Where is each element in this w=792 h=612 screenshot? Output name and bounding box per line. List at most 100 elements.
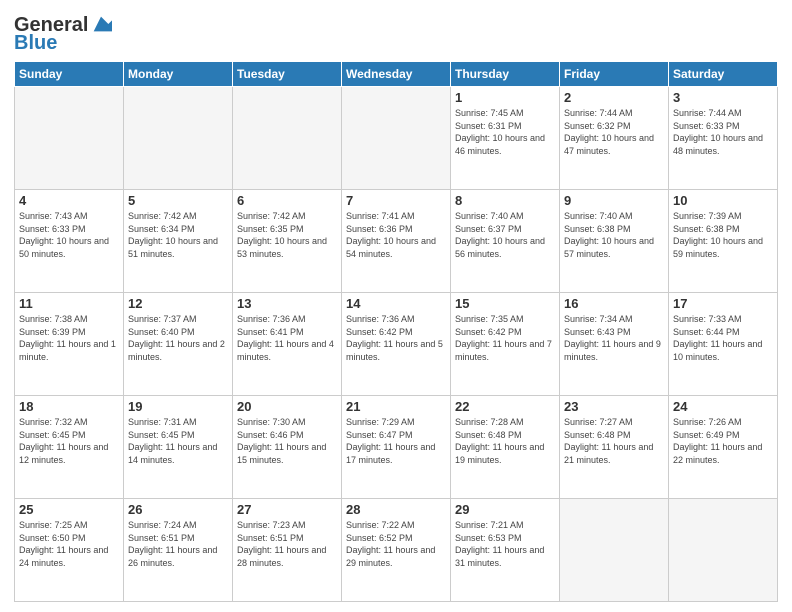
calendar-cell: 6 Sunrise: 7:42 AM Sunset: 6:35 PM Daylig… <box>233 190 342 293</box>
calendar-cell: 5 Sunrise: 7:42 AM Sunset: 6:34 PM Daylig… <box>124 190 233 293</box>
day-of-week-header: Wednesday <box>342 62 451 87</box>
calendar-cell: 25 Sunrise: 7:25 AM Sunset: 6:50 PM Dayli… <box>15 499 124 602</box>
day-number: 21 <box>346 399 446 414</box>
day-number: 2 <box>564 90 664 105</box>
day-info: Sunrise: 7:38 AM Sunset: 6:39 PM Dayligh… <box>19 313 119 363</box>
day-info: Sunrise: 7:39 AM Sunset: 6:38 PM Dayligh… <box>673 210 773 260</box>
calendar-cell: 8 Sunrise: 7:40 AM Sunset: 6:37 PM Daylig… <box>451 190 560 293</box>
calendar-header-row: SundayMondayTuesdayWednesdayThursdayFrid… <box>15 62 778 87</box>
calendar-cell <box>15 87 124 190</box>
day-info: Sunrise: 7:31 AM Sunset: 6:45 PM Dayligh… <box>128 416 228 466</box>
calendar-week-row: 4 Sunrise: 7:43 AM Sunset: 6:33 PM Daylig… <box>15 190 778 293</box>
day-info: Sunrise: 7:25 AM Sunset: 6:50 PM Dayligh… <box>19 519 119 569</box>
calendar-cell: 9 Sunrise: 7:40 AM Sunset: 6:38 PM Daylig… <box>560 190 669 293</box>
day-number: 18 <box>19 399 119 414</box>
day-number: 26 <box>128 502 228 517</box>
calendar-week-row: 11 Sunrise: 7:38 AM Sunset: 6:39 PM Dayli… <box>15 293 778 396</box>
day-number: 25 <box>19 502 119 517</box>
day-info: Sunrise: 7:28 AM Sunset: 6:48 PM Dayligh… <box>455 416 555 466</box>
day-info: Sunrise: 7:26 AM Sunset: 6:49 PM Dayligh… <box>673 416 773 466</box>
day-of-week-header: Thursday <box>451 62 560 87</box>
calendar-cell: 20 Sunrise: 7:30 AM Sunset: 6:46 PM Dayli… <box>233 396 342 499</box>
calendar-cell <box>124 87 233 190</box>
calendar-cell: 16Sunrise: 7:34 AM Sunset: 6:43 PM Dayli… <box>560 293 669 396</box>
logo-icon <box>90 13 112 35</box>
calendar-week-row: 1 Sunrise: 7:45 AM Sunset: 6:31 PM Daylig… <box>15 87 778 190</box>
day-number: 6 <box>237 193 337 208</box>
day-number: 19 <box>128 399 228 414</box>
calendar-cell: 18 Sunrise: 7:32 AM Sunset: 6:45 PM Dayli… <box>15 396 124 499</box>
day-info: Sunrise: 7:40 AM Sunset: 6:38 PM Dayligh… <box>564 210 664 260</box>
day-number: 29 <box>455 502 555 517</box>
day-of-week-header: Friday <box>560 62 669 87</box>
day-info: Sunrise: 7:44 AM Sunset: 6:33 PM Dayligh… <box>673 107 773 157</box>
day-info: Sunrise: 7:22 AM Sunset: 6:52 PM Dayligh… <box>346 519 446 569</box>
calendar-cell <box>560 499 669 602</box>
day-info: Sunrise: 7:44 AM Sunset: 6:32 PM Dayligh… <box>564 107 664 157</box>
day-number: 1 <box>455 90 555 105</box>
day-info: Sunrise: 7:23 AM Sunset: 6:51 PM Dayligh… <box>237 519 337 569</box>
day-info: Sunrise: 7:42 AM Sunset: 6:34 PM Dayligh… <box>128 210 228 260</box>
page: General Blue SundayMondayTuesdayWednesda… <box>0 0 792 612</box>
calendar-cell: 24 Sunrise: 7:26 AM Sunset: 6:49 PM Dayli… <box>669 396 778 499</box>
calendar-cell: 4 Sunrise: 7:43 AM Sunset: 6:33 PM Daylig… <box>15 190 124 293</box>
day-info: Sunrise: 7:43 AM Sunset: 6:33 PM Dayligh… <box>19 210 119 260</box>
calendar-cell: 13 Sunrise: 7:36 AM Sunset: 6:41 PM Dayli… <box>233 293 342 396</box>
calendar-cell: 21 Sunrise: 7:29 AM Sunset: 6:47 PM Dayli… <box>342 396 451 499</box>
calendar-cell: 14Sunrise: 7:36 AM Sunset: 6:42 PM Dayli… <box>342 293 451 396</box>
day-number: 17 <box>673 296 773 311</box>
calendar-cell: 26 Sunrise: 7:24 AM Sunset: 6:51 PM Dayli… <box>124 499 233 602</box>
day-of-week-header: Sunday <box>15 62 124 87</box>
day-info: Sunrise: 7:33 AM Sunset: 6:44 PM Dayligh… <box>673 313 773 363</box>
day-info: Sunrise: 7:24 AM Sunset: 6:51 PM Dayligh… <box>128 519 228 569</box>
day-info: Sunrise: 7:29 AM Sunset: 6:47 PM Dayligh… <box>346 416 446 466</box>
day-info: Sunrise: 7:45 AM Sunset: 6:31 PM Dayligh… <box>455 107 555 157</box>
day-info: Sunrise: 7:37 AM Sunset: 6:40 PM Dayligh… <box>128 313 228 363</box>
calendar-cell: 7 Sunrise: 7:41 AM Sunset: 6:36 PM Daylig… <box>342 190 451 293</box>
day-number: 3 <box>673 90 773 105</box>
day-info: Sunrise: 7:42 AM Sunset: 6:35 PM Dayligh… <box>237 210 337 260</box>
day-of-week-header: Tuesday <box>233 62 342 87</box>
day-info: Sunrise: 7:36 AM Sunset: 6:41 PM Dayligh… <box>237 313 337 363</box>
day-info: Sunrise: 7:27 AM Sunset: 6:48 PM Dayligh… <box>564 416 664 466</box>
calendar-cell <box>342 87 451 190</box>
day-number: 8 <box>455 193 555 208</box>
calendar-week-row: 18 Sunrise: 7:32 AM Sunset: 6:45 PM Dayli… <box>15 396 778 499</box>
calendar-cell: 27 Sunrise: 7:23 AM Sunset: 6:51 PM Dayli… <box>233 499 342 602</box>
calendar-cell <box>669 499 778 602</box>
day-number: 27 <box>237 502 337 517</box>
calendar-cell: 15 Sunrise: 7:35 AM Sunset: 6:42 PM Dayli… <box>451 293 560 396</box>
day-number: 15 <box>455 296 555 311</box>
calendar-cell: 11 Sunrise: 7:38 AM Sunset: 6:39 PM Dayli… <box>15 293 124 396</box>
day-number: 9 <box>564 193 664 208</box>
day-info: Sunrise: 7:40 AM Sunset: 6:37 PM Dayligh… <box>455 210 555 260</box>
day-info: Sunrise: 7:32 AM Sunset: 6:45 PM Dayligh… <box>19 416 119 466</box>
day-info: Sunrise: 7:41 AM Sunset: 6:36 PM Dayligh… <box>346 210 446 260</box>
calendar-cell: 29 Sunrise: 7:21 AM Sunset: 6:53 PM Dayli… <box>451 499 560 602</box>
calendar-cell: 12Sunrise: 7:37 AM Sunset: 6:40 PM Dayli… <box>124 293 233 396</box>
calendar-cell: 22 Sunrise: 7:28 AM Sunset: 6:48 PM Dayli… <box>451 396 560 499</box>
logo: General Blue <box>14 14 112 55</box>
calendar-cell: 1 Sunrise: 7:45 AM Sunset: 6:31 PM Daylig… <box>451 87 560 190</box>
day-number: 11 <box>19 296 119 311</box>
day-info: Sunrise: 7:30 AM Sunset: 6:46 PM Dayligh… <box>237 416 337 466</box>
day-info: Sunrise: 7:21 AM Sunset: 6:53 PM Dayligh… <box>455 519 555 569</box>
calendar-week-row: 25 Sunrise: 7:25 AM Sunset: 6:50 PM Dayli… <box>15 499 778 602</box>
calendar-cell: 10 Sunrise: 7:39 AM Sunset: 6:38 PM Dayli… <box>669 190 778 293</box>
day-info: Sunrise: 7:34 AM Sunset: 6:43 PM Dayligh… <box>564 313 664 363</box>
day-number: 10 <box>673 193 773 208</box>
day-number: 7 <box>346 193 446 208</box>
day-of-week-header: Monday <box>124 62 233 87</box>
day-number: 5 <box>128 193 228 208</box>
calendar-cell: 2 Sunrise: 7:44 AM Sunset: 6:32 PM Daylig… <box>560 87 669 190</box>
day-number: 4 <box>19 193 119 208</box>
header: General Blue <box>14 10 778 55</box>
day-info: Sunrise: 7:35 AM Sunset: 6:42 PM Dayligh… <box>455 313 555 363</box>
day-number: 20 <box>237 399 337 414</box>
day-number: 22 <box>455 399 555 414</box>
day-number: 24 <box>673 399 773 414</box>
calendar-cell: 3 Sunrise: 7:44 AM Sunset: 6:33 PM Daylig… <box>669 87 778 190</box>
day-info: Sunrise: 7:36 AM Sunset: 6:42 PM Dayligh… <box>346 313 446 363</box>
day-number: 13 <box>237 296 337 311</box>
day-number: 23 <box>564 399 664 414</box>
